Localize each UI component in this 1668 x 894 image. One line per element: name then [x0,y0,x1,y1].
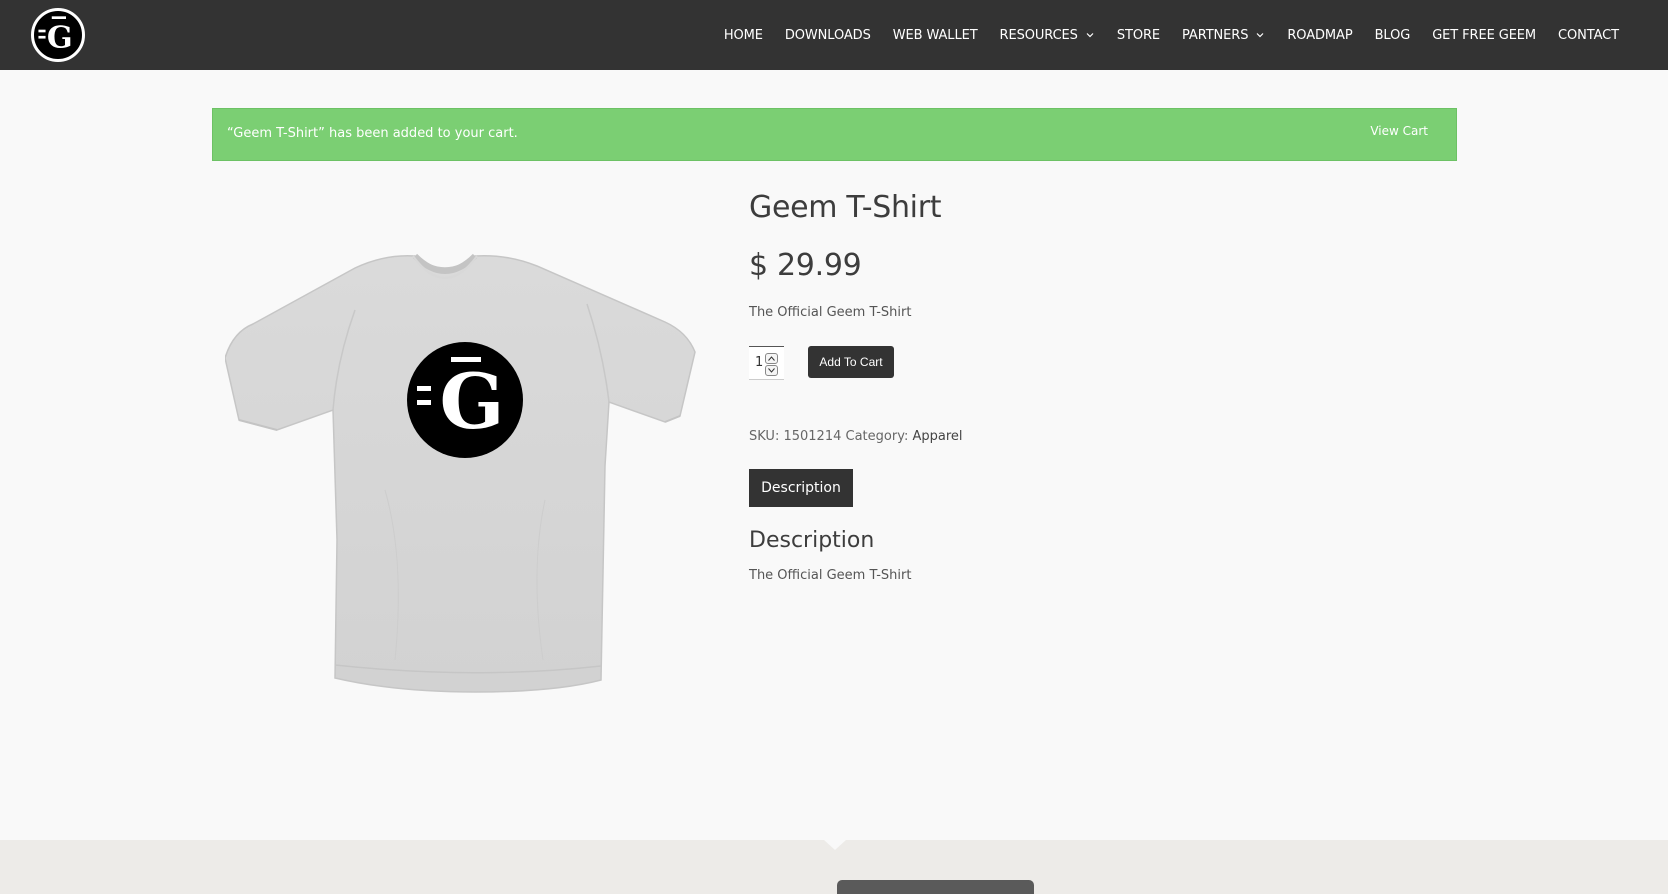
nav-item-web-wallet[interactable]: WEB WALLET [882,28,989,43]
nav-item-get-free-geem[interactable]: GET FREE GEEM [1421,28,1547,43]
category-link[interactable]: Apparel [912,429,962,444]
nav-item-store[interactable]: STORE [1106,28,1171,43]
tab-description[interactable]: Description [749,469,853,507]
svg-text:G: G [47,20,73,55]
t-shirt-icon: G [225,253,696,693]
chevron-up-icon [768,356,775,361]
site-header: G HOME DOWNLOADS WEB WALLET RESOURCES STORE P… [0,0,1668,70]
sku-label: SKU: [749,429,780,444]
nav-item-label: STORE [1116,27,1161,43]
quantity-decrease-button[interactable] [765,365,778,376]
nav-item-label: WEB WALLET [892,27,978,43]
nav-item-label: CONTACT [1558,27,1619,43]
nav-item-label: HOME [723,27,763,43]
nav-item-label: ROADMAP [1287,27,1353,43]
description-text: The Official Geem T-Shirt [749,568,912,583]
main-nav: HOME DOWNLOADS WEB WALLET RESOURCES STORE PAR… [713,0,1630,70]
nav-item-downloads[interactable]: DOWNLOADS [774,28,882,43]
nav-item-label: GET FREE GEEM [1432,27,1537,43]
product-meta: SKU: 1501214 Category: Apparel [749,429,963,444]
geem-logo-icon[interactable]: G [31,8,85,62]
view-cart-link[interactable]: View Cart [1370,124,1428,138]
product-image[interactable]: G [225,240,715,710]
nav-item-contact[interactable]: CONTACT [1547,28,1630,43]
product-short-description: The Official Geem T-Shirt [749,305,912,320]
product-title: Geem T-Shirt [749,190,942,225]
sku-value: 1501214 [783,429,842,444]
nav-item-roadmap[interactable]: ROADMAP [1276,28,1363,43]
quantity-value[interactable]: 1 [755,355,763,370]
chevron-down-icon [1255,30,1265,40]
chevron-down-icon [768,368,775,373]
footer-widget [837,880,1034,894]
description-heading: Description [749,528,875,553]
add-to-cart-button[interactable]: Add To Cart [808,346,894,378]
footer-notch [824,840,846,850]
nav-item-label: PARTNERS [1182,27,1249,43]
cart-notice-message: “Geem T-Shirt” has been added to your ca… [227,126,518,141]
nav-item-label: RESOURCES [999,27,1078,43]
nav-item-blog[interactable]: BLOG [1364,28,1422,43]
product-price: $ 29.99 [749,248,862,283]
nav-item-partners[interactable]: PARTNERS [1171,28,1276,43]
nav-item-label: DOWNLOADS [784,27,871,43]
quantity-stepper[interactable]: 1 [749,346,784,380]
svg-text:G: G [440,357,505,446]
nav-item-home[interactable]: HOME [713,28,774,43]
quantity-increase-button[interactable] [765,353,778,364]
category-label: Category: [845,429,909,444]
nav-item-label: BLOG [1374,27,1411,43]
nav-item-resources[interactable]: RESOURCES [989,28,1106,43]
cart-notice: “Geem T-Shirt” has been added to your ca… [212,108,1457,161]
chevron-down-icon [1085,30,1095,40]
